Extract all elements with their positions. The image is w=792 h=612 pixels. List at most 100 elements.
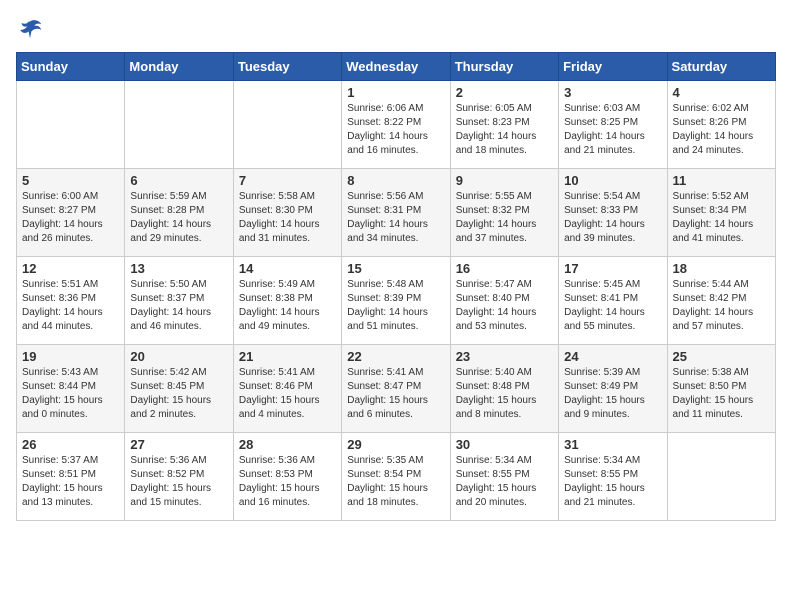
day-number: 2 — [456, 85, 553, 100]
day-number: 13 — [130, 261, 227, 276]
calendar-cell: 5Sunrise: 6:00 AM Sunset: 8:27 PM Daylig… — [17, 169, 125, 257]
day-info: Sunrise: 6:02 AM Sunset: 8:26 PM Dayligh… — [673, 102, 770, 158]
calendar-cell: 12 Sunrise: 5:51 AM Sunset: 8:36 PM Dayli… — [17, 257, 125, 345]
day-info: Sunrise: 5:44 AM Sunset: 8:42 PM Dayligh… — [673, 278, 770, 334]
day-number: 3 — [564, 85, 661, 100]
week-row-1: 1 Sunrise: 6:06 AM Sunset: 8:22 PM Daylig… — [17, 81, 776, 169]
week-row-2: 5Sunrise: 6:00 AM Sunset: 8:27 PM Daylig… — [17, 169, 776, 257]
header-row: SundayMondayTuesdayWednesdayThursdayFrid… — [17, 53, 776, 81]
day-number: 16 — [456, 261, 553, 276]
calendar-cell: 13 Sunrise: 5:50 AM Sunset: 8:37 PM Dayli… — [125, 257, 233, 345]
day-info: Sunrise: 5:50 AM Sunset: 8:37 PM Dayligh… — [130, 278, 227, 334]
day-info: Sunrise: 5:51 AM Sunset: 8:36 PM Dayligh… — [22, 278, 119, 334]
calendar-cell: 17Sunrise: 5:45 AM Sunset: 8:41 PM Dayli… — [559, 257, 667, 345]
day-number: 8 — [347, 173, 444, 188]
day-number: 25 — [673, 349, 770, 364]
col-header-wednesday: Wednesday — [342, 53, 450, 81]
week-row-5: 26 Sunrise: 5:37 AM Sunset: 8:51 PM Dayli… — [17, 433, 776, 521]
calendar-cell: 23 Sunrise: 5:40 AM Sunset: 8:48 PM Dayli… — [450, 345, 558, 433]
day-info: Sunrise: 5:40 AM Sunset: 8:48 PM Dayligh… — [456, 366, 553, 422]
day-info: Sunrise: 5:38 AM Sunset: 8:50 PM Dayligh… — [673, 366, 770, 422]
day-info: Sunrise: 5:59 AM Sunset: 8:28 PM Dayligh… — [130, 190, 227, 246]
day-number: 19 — [22, 349, 119, 364]
day-number: 5 — [22, 173, 119, 188]
calendar-cell: 20 Sunrise: 5:42 AM Sunset: 8:45 PM Dayli… — [125, 345, 233, 433]
day-number: 7 — [239, 173, 336, 188]
calendar-cell: 15Sunrise: 5:48 AM Sunset: 8:39 PM Dayli… — [342, 257, 450, 345]
week-row-3: 12 Sunrise: 5:51 AM Sunset: 8:36 PM Dayli… — [17, 257, 776, 345]
day-number: 6 — [130, 173, 227, 188]
day-info: Sunrise: 5:36 AM Sunset: 8:52 PM Dayligh… — [130, 454, 227, 510]
day-info: Sunrise: 5:49 AM Sunset: 8:38 PM Dayligh… — [239, 278, 336, 334]
calendar-cell: 11Sunrise: 5:52 AM Sunset: 8:34 PM Dayli… — [667, 169, 775, 257]
day-info: Sunrise: 5:41 AM Sunset: 8:47 PM Dayligh… — [347, 366, 444, 422]
calendar-table: SundayMondayTuesdayWednesdayThursdayFrid… — [16, 52, 776, 521]
day-number: 20 — [130, 349, 227, 364]
calendar-cell: 30 Sunrise: 5:34 AM Sunset: 8:55 PM Dayli… — [450, 433, 558, 521]
day-info: Sunrise: 5:47 AM Sunset: 8:40 PM Dayligh… — [456, 278, 553, 334]
day-info: Sunrise: 5:39 AM Sunset: 8:49 PM Dayligh… — [564, 366, 661, 422]
day-info: Sunrise: 6:05 AM Sunset: 8:23 PM Dayligh… — [456, 102, 553, 158]
day-number: 26 — [22, 437, 119, 452]
day-number: 12 — [22, 261, 119, 276]
day-info: Sunrise: 5:42 AM Sunset: 8:45 PM Dayligh… — [130, 366, 227, 422]
logo-bird-icon — [16, 16, 44, 44]
calendar-cell — [17, 81, 125, 169]
calendar-cell: 24 Sunrise: 5:39 AM Sunset: 8:49 PM Dayli… — [559, 345, 667, 433]
calendar-cell: 9 Sunrise: 5:55 AM Sunset: 8:32 PM Daylig… — [450, 169, 558, 257]
calendar-cell: 26 Sunrise: 5:37 AM Sunset: 8:51 PM Dayli… — [17, 433, 125, 521]
day-info: Sunrise: 5:36 AM Sunset: 8:53 PM Dayligh… — [239, 454, 336, 510]
day-info: Sunrise: 5:34 AM Sunset: 8:55 PM Dayligh… — [456, 454, 553, 510]
day-info: Sunrise: 5:54 AM Sunset: 8:33 PM Dayligh… — [564, 190, 661, 246]
day-number: 9 — [456, 173, 553, 188]
day-number: 31 — [564, 437, 661, 452]
day-number: 27 — [130, 437, 227, 452]
calendar-cell: 7 Sunrise: 5:58 AM Sunset: 8:30 PM Daylig… — [233, 169, 341, 257]
col-header-friday: Friday — [559, 53, 667, 81]
calendar-cell: 21 Sunrise: 5:41 AM Sunset: 8:46 PM Dayli… — [233, 345, 341, 433]
calendar-cell: 28 Sunrise: 5:36 AM Sunset: 8:53 PM Dayli… — [233, 433, 341, 521]
day-number: 1 — [347, 85, 444, 100]
day-info: Sunrise: 5:56 AM Sunset: 8:31 PM Dayligh… — [347, 190, 444, 246]
calendar-cell: 22 Sunrise: 5:41 AM Sunset: 8:47 PM Dayli… — [342, 345, 450, 433]
col-header-sunday: Sunday — [17, 53, 125, 81]
calendar-cell: 1 Sunrise: 6:06 AM Sunset: 8:22 PM Daylig… — [342, 81, 450, 169]
day-number: 21 — [239, 349, 336, 364]
day-number: 24 — [564, 349, 661, 364]
day-info: Sunrise: 6:06 AM Sunset: 8:22 PM Dayligh… — [347, 102, 444, 158]
day-number: 28 — [239, 437, 336, 452]
day-number: 4 — [673, 85, 770, 100]
day-info: Sunrise: 5:34 AM Sunset: 8:55 PM Dayligh… — [564, 454, 661, 510]
day-number: 29 — [347, 437, 444, 452]
day-number: 30 — [456, 437, 553, 452]
col-header-saturday: Saturday — [667, 53, 775, 81]
calendar-cell: 3 Sunrise: 6:03 AM Sunset: 8:25 PM Daylig… — [559, 81, 667, 169]
calendar-cell: 14Sunrise: 5:49 AM Sunset: 8:38 PM Dayli… — [233, 257, 341, 345]
day-number: 22 — [347, 349, 444, 364]
calendar-cell: 27 Sunrise: 5:36 AM Sunset: 8:52 PM Dayli… — [125, 433, 233, 521]
col-header-monday: Monday — [125, 53, 233, 81]
day-number: 17 — [564, 261, 661, 276]
col-header-tuesday: Tuesday — [233, 53, 341, 81]
calendar-cell: 10 Sunrise: 5:54 AM Sunset: 8:33 PM Dayli… — [559, 169, 667, 257]
day-info: Sunrise: 6:03 AM Sunset: 8:25 PM Dayligh… — [564, 102, 661, 158]
day-number: 18 — [673, 261, 770, 276]
calendar-cell — [233, 81, 341, 169]
calendar-cell: 2 Sunrise: 6:05 AM Sunset: 8:23 PM Daylig… — [450, 81, 558, 169]
day-info: Sunrise: 5:37 AM Sunset: 8:51 PM Dayligh… — [22, 454, 119, 510]
day-info: Sunrise: 5:43 AM Sunset: 8:44 PM Dayligh… — [22, 366, 119, 422]
calendar-cell: 6 Sunrise: 5:59 AM Sunset: 8:28 PM Daylig… — [125, 169, 233, 257]
week-row-4: 19 Sunrise: 5:43 AM Sunset: 8:44 PM Dayli… — [17, 345, 776, 433]
logo — [16, 16, 48, 44]
day-info: Sunrise: 5:52 AM Sunset: 8:34 PM Dayligh… — [673, 190, 770, 246]
calendar-cell: 25 Sunrise: 5:38 AM Sunset: 8:50 PM Dayli… — [667, 345, 775, 433]
day-number: 23 — [456, 349, 553, 364]
calendar-cell: 31 Sunrise: 5:34 AM Sunset: 8:55 PM Dayli… — [559, 433, 667, 521]
day-info: Sunrise: 5:41 AM Sunset: 8:46 PM Dayligh… — [239, 366, 336, 422]
calendar-cell — [667, 433, 775, 521]
day-info: Sunrise: 5:55 AM Sunset: 8:32 PM Dayligh… — [456, 190, 553, 246]
day-number: 15 — [347, 261, 444, 276]
day-number: 10 — [564, 173, 661, 188]
day-info: Sunrise: 5:58 AM Sunset: 8:30 PM Dayligh… — [239, 190, 336, 246]
day-info: Sunrise: 5:35 AM Sunset: 8:54 PM Dayligh… — [347, 454, 444, 510]
